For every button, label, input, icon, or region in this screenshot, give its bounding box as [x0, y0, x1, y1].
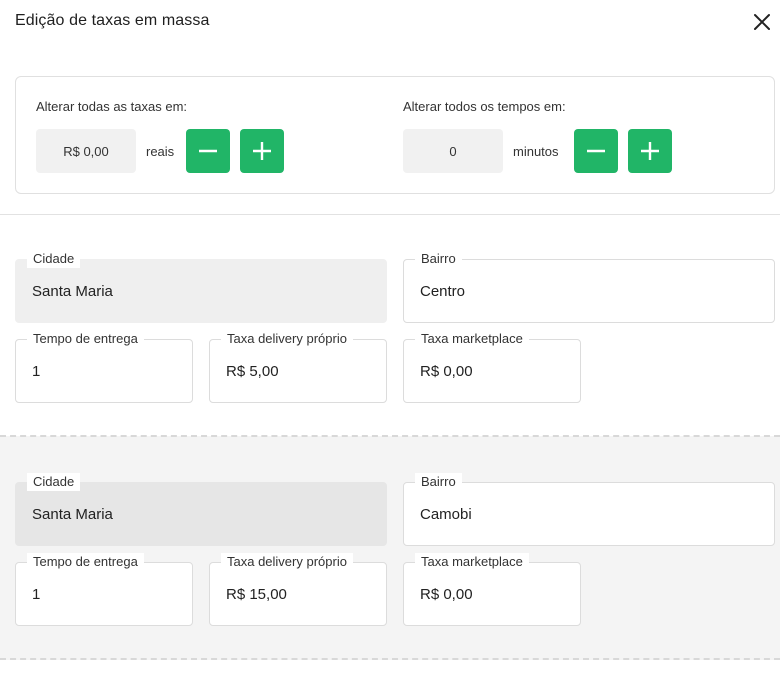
tempo-entrega-field[interactable]: Tempo de entrega 1 — [15, 553, 193, 626]
fees-unit-label: reais — [146, 144, 175, 159]
minus-icon — [587, 149, 605, 153]
plus-icon — [641, 142, 659, 160]
taxa-delivery-field[interactable]: Taxa delivery próprio R$ 5,00 — [209, 330, 387, 403]
dialog-header: Edição de taxas em massa — [0, 0, 780, 46]
plus-icon — [253, 142, 271, 160]
cidade-field: Cidade Santa Maria — [15, 250, 387, 323]
minus-icon — [199, 149, 217, 153]
times-increase-button[interactable] — [628, 129, 672, 173]
taxa-marketplace-value: R$ 0,00 — [420, 586, 473, 603]
dialog-title: Edição de taxas em massa — [15, 12, 210, 29]
times-unit-label: minutos — [513, 144, 559, 159]
taxa-delivery-label: Taxa delivery próprio — [221, 553, 353, 571]
tempo-entrega-value: 1 — [32, 586, 41, 603]
bairro-field[interactable]: Bairro Camobi — [403, 473, 775, 546]
taxa-marketplace-value: R$ 0,00 — [420, 363, 473, 380]
cidade-label: Cidade — [27, 473, 81, 491]
neighborhood-row: Cidade Santa Maria Bairro Camobi Tempo d… — [0, 436, 780, 660]
taxa-marketplace-field[interactable]: Taxa marketplace R$ 0,00 — [403, 553, 581, 626]
bairro-label: Bairro — [415, 473, 462, 491]
fees-bulk-input[interactable] — [36, 129, 136, 173]
tempo-entrega-label: Tempo de entrega — [27, 553, 144, 571]
tempo-entrega-label: Tempo de entrega — [27, 330, 144, 348]
times-decrease-button[interactable] — [574, 129, 618, 173]
close-icon — [754, 14, 770, 30]
neighborhood-row: Cidade Santa Maria Bairro Centro Tempo d… — [0, 215, 780, 436]
tempo-entrega-value: 1 — [32, 363, 41, 380]
bairro-field[interactable]: Bairro Centro — [403, 250, 775, 323]
taxa-delivery-value: R$ 15,00 — [226, 586, 287, 603]
row-separator — [0, 658, 780, 660]
times-bulk-label: Alterar todos os tempos em: — [403, 99, 566, 114]
bairro-label: Bairro — [415, 250, 462, 268]
row-separator — [0, 435, 780, 437]
taxa-marketplace-label: Taxa marketplace — [415, 330, 529, 348]
cidade-value: Santa Maria — [32, 506, 113, 523]
taxa-marketplace-field[interactable]: Taxa marketplace R$ 0,00 — [403, 330, 581, 403]
bairro-value: Centro — [420, 283, 466, 300]
cidade-value: Santa Maria — [32, 283, 113, 300]
taxa-delivery-label: Taxa delivery próprio — [221, 330, 353, 348]
bairro-value: Camobi — [420, 506, 472, 523]
fees-increase-button[interactable] — [240, 129, 284, 173]
close-button[interactable] — [750, 10, 774, 34]
fees-bulk-label: Alterar todas as taxas em: — [36, 99, 188, 114]
fees-decrease-button[interactable] — [186, 129, 230, 173]
times-bulk-input[interactable] — [403, 129, 503, 173]
taxa-marketplace-label: Taxa marketplace — [415, 553, 529, 571]
cidade-label: Cidade — [27, 250, 81, 268]
tempo-entrega-field[interactable]: Tempo de entrega 1 — [15, 330, 193, 403]
taxa-delivery-field[interactable]: Taxa delivery próprio R$ 15,00 — [209, 553, 387, 626]
taxa-delivery-value: R$ 5,00 — [226, 363, 279, 380]
cidade-field: Cidade Santa Maria — [15, 473, 387, 546]
bulk-edit-card: Alterar todas as taxas em: reais Alterar… — [15, 76, 775, 194]
